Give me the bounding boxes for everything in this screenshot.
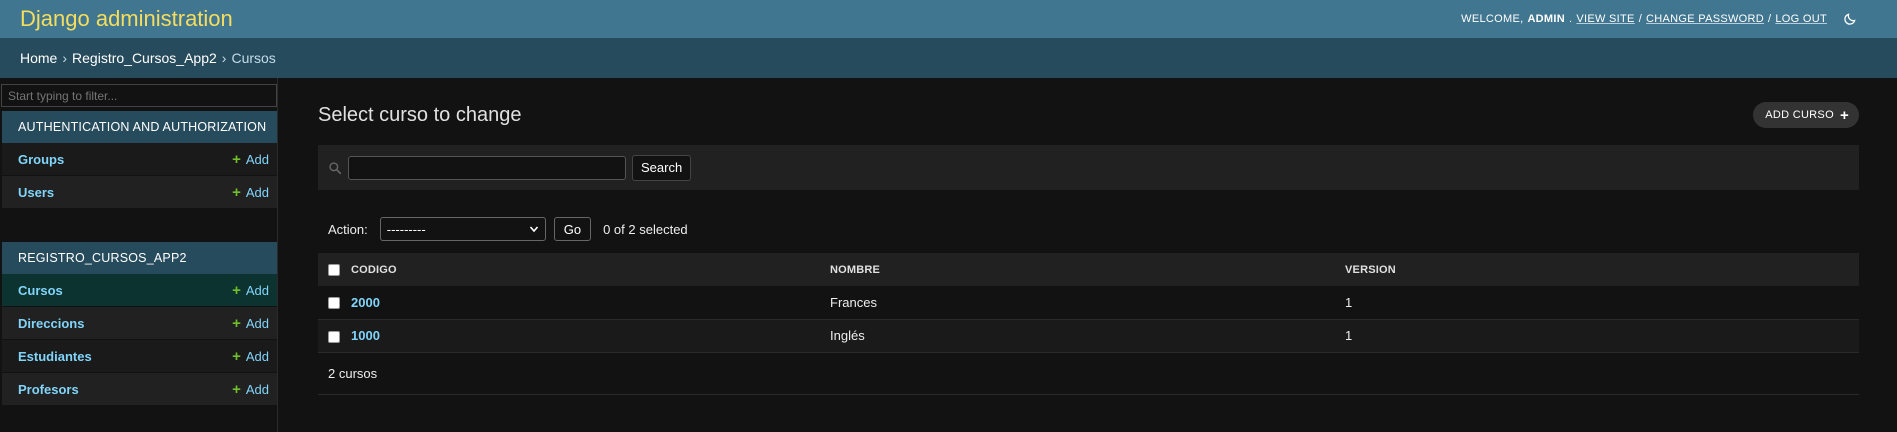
chevron-down-icon <box>529 222 539 237</box>
sidebar-item-label[interactable]: Cursos <box>18 283 63 298</box>
column-header-version[interactable]: VERSION <box>1345 253 1859 286</box>
add-label: Add <box>245 151 269 167</box>
username: ADMIN <box>1527 13 1565 25</box>
view-site-link[interactable]: VIEW SITE <box>1576 13 1634 25</box>
add-label: Add <box>245 282 269 298</box>
sidebar-item-estudiantes: Estudiantes + Add <box>2 340 277 373</box>
user-tools-separator: / <box>1638 13 1643 25</box>
add-label: Add <box>245 184 269 200</box>
module-registro-cursos: REGISTRO_CURSOS_APP2 Cursos + Add Direcci… <box>2 242 277 406</box>
sidebar-item-direccions: Direccions + Add <box>2 307 277 340</box>
breadcrumb-app[interactable]: Registro_Cursos_App2 <box>72 50 217 66</box>
add-curso-label: ADD CURSO <box>1765 109 1834 121</box>
breadcrumb-separator: › <box>221 50 227 66</box>
actions-bar: Action: --------- Go 0 of 2 selected <box>318 216 1859 242</box>
module-auth: AUTHENTICATION AND AUTHORIZATION Groups … <box>2 111 277 209</box>
table-row: 2000 Frances 1 <box>318 286 1859 320</box>
sidebar-item-groups: Groups + Add <box>2 143 277 176</box>
sidebar-item-label[interactable]: Profesors <box>18 382 79 397</box>
add-label: Add <box>245 348 269 364</box>
action-select[interactable]: --------- <box>379 217 546 241</box>
row-check-cell <box>318 286 348 320</box>
row-check-cell <box>318 319 348 353</box>
plus-icon: + <box>232 150 241 168</box>
sidebar-item-profesors: Profesors + Add <box>2 373 277 406</box>
plus-icon: + <box>232 347 241 365</box>
codigo-link[interactable]: 1000 <box>351 328 380 343</box>
go-button[interactable]: Go <box>553 217 592 241</box>
breadcrumb-home[interactable]: Home <box>20 50 57 66</box>
codigo-link[interactable]: 2000 <box>351 295 380 310</box>
theme-toggle-moon-icon[interactable] <box>1843 12 1857 26</box>
site-brand[interactable]: Django administration <box>20 6 233 32</box>
user-tools-separator: / <box>1768 13 1772 25</box>
row-checkbox[interactable] <box>328 297 340 310</box>
add-groups-link[interactable]: + Add <box>232 151 269 168</box>
nombre-cell: Inglés <box>830 319 1345 353</box>
plus-icon: + <box>232 183 241 201</box>
add-users-link[interactable]: + Add <box>232 184 269 201</box>
module-caption[interactable]: REGISTRO_CURSOS_APP2 <box>2 242 277 274</box>
plus-icon: + <box>232 380 241 398</box>
action-label: Action: <box>328 221 368 237</box>
sidebar-item-label[interactable]: Direccions <box>18 316 84 331</box>
codigo-cell: 2000 <box>348 286 830 320</box>
nav-sidebar: AUTHENTICATION AND AUTHORIZATION Groups … <box>0 78 278 432</box>
sidebar-item-label[interactable]: Groups <box>18 152 64 167</box>
log-out-link[interactable]: LOG OUT <box>1775 13 1827 25</box>
add-label: Add <box>245 315 269 331</box>
nav-filter-input[interactable] <box>1 84 277 107</box>
sidebar-item-label[interactable]: Users <box>18 185 54 200</box>
search-button[interactable]: Search <box>632 154 692 181</box>
column-header-nombre[interactable]: NOMBRE <box>830 253 1345 286</box>
add-cursos-link[interactable]: + Add <box>232 282 269 299</box>
plus-icon: + <box>1839 106 1849 124</box>
add-label: Add <box>245 381 269 397</box>
breadcrumb-separator: › <box>62 50 68 66</box>
search-toolbar: Search <box>318 145 1859 190</box>
sidebar-item-users: Users + Add <box>2 176 277 209</box>
row-checkbox[interactable] <box>328 330 340 343</box>
welcome-text: WELCOME, <box>1461 13 1524 25</box>
table-row: 1000 Inglés 1 <box>318 319 1859 353</box>
add-curso-button[interactable]: ADD CURSO + <box>1753 102 1859 128</box>
version-cell: 1 <box>1345 319 1859 353</box>
column-header-codigo[interactable]: CODIGO <box>348 253 830 286</box>
plus-icon: + <box>232 314 241 332</box>
select-all-cell <box>318 253 348 286</box>
action-selected-value: --------- <box>386 221 426 237</box>
plus-icon: + <box>232 281 241 299</box>
search-input[interactable] <box>348 155 626 180</box>
table-header-row: CODIGO NOMBRE VERSION <box>318 253 1859 286</box>
nombre-cell: Frances <box>830 286 1345 320</box>
action-counter: 0 of 2 selected <box>603 221 688 237</box>
module-caption[interactable]: AUTHENTICATION AND AUTHORIZATION <box>2 111 277 143</box>
welcome-period: . <box>1569 13 1573 25</box>
content-main: Select curso to change ADD CURSO + Searc… <box>278 78 1897 432</box>
results-table: CODIGO NOMBRE VERSION 2000 Frances 1 100… <box>318 253 1859 353</box>
add-profesors-link[interactable]: + Add <box>232 381 269 398</box>
add-direccions-link[interactable]: + Add <box>232 315 269 332</box>
breadcrumb-current: Cursos <box>231 50 276 66</box>
page-title: Select curso to change <box>318 103 522 126</box>
search-icon <box>328 161 342 175</box>
user-tools: WELCOME, ADMIN. VIEW SITE / CHANGE PASSW… <box>1461 12 1857 26</box>
paginator: 2 cursos <box>318 353 1859 395</box>
change-password-link[interactable]: CHANGE PASSWORD <box>1646 13 1764 25</box>
sidebar-item-label[interactable]: Estudiantes <box>18 349 92 364</box>
sidebar-item-cursos: Cursos + Add <box>2 274 277 307</box>
codigo-cell: 1000 <box>348 319 830 353</box>
add-estudiantes-link[interactable]: + Add <box>232 348 269 365</box>
version-cell: 1 <box>1345 286 1859 320</box>
breadcrumb: Home › Registro_Cursos_App2 › Cursos <box>0 38 1897 78</box>
site-header: Django administration WELCOME, ADMIN. VI… <box>0 0 1897 38</box>
select-all-checkbox[interactable] <box>328 263 340 276</box>
